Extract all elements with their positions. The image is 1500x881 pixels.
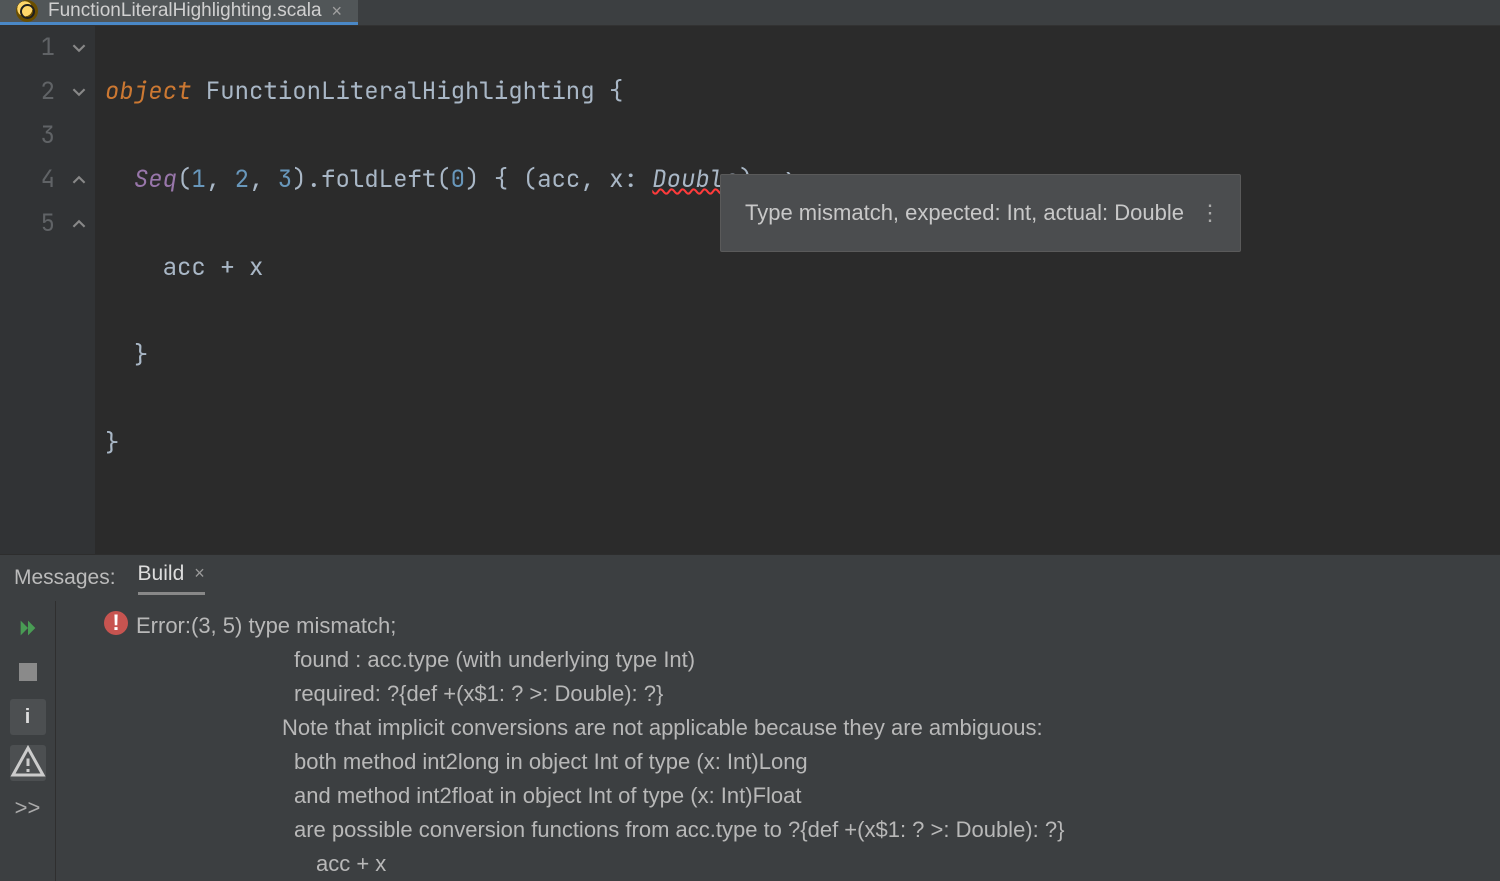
close-icon[interactable]: × <box>332 1 343 22</box>
tab-build[interactable]: Build × <box>138 562 205 595</box>
error-line: are possible conversion functions from a… <box>136 813 1500 847</box>
code-editor[interactable]: 1 2 3 4 5 object FunctionLiteralHighligh… <box>0 26 1500 554</box>
error-line: acc + x <box>136 847 1500 881</box>
tab-build-label: Build <box>138 562 185 586</box>
messages-list[interactable]: ! Error:(3, 5) type mismatch; found : ac… <box>56 601 1500 881</box>
gutter: 1 2 3 4 5 <box>0 26 95 554</box>
error-heading: Error:(3, 5) type mismatch; <box>136 609 1500 643</box>
error-line: required: ?{def +(x$1: ? >: Double): ?} <box>136 677 1500 711</box>
messages-label: Messages: <box>14 566 116 590</box>
panel-sidebar: i >> <box>0 601 56 881</box>
fold-icon[interactable] <box>69 214 89 234</box>
warning-button[interactable] <box>10 745 46 781</box>
expand-button[interactable]: >> <box>11 791 45 825</box>
error-tooltip: Type mismatch, expected: Int, actual: Do… <box>720 174 1241 252</box>
file-tab-label: FunctionLiteralHighlighting.scala <box>48 0 322 22</box>
line-number: 4 <box>0 158 55 202</box>
error-line: both method int2long in object Int of ty… <box>136 745 1500 779</box>
error-line: found : acc.type (with underlying type I… <box>136 643 1500 677</box>
error-icon: ! <box>104 611 128 635</box>
messages-panel: Messages: Build × i >> ! Error:(3, 5) ty… <box>0 554 1500 881</box>
rerun-button[interactable] <box>11 611 45 645</box>
editor-tabbar: FunctionLiteralHighlighting.scala × <box>0 0 1500 26</box>
file-tab[interactable]: FunctionLiteralHighlighting.scala × <box>0 0 358 25</box>
fold-icon[interactable] <box>69 170 89 190</box>
line-number: 3 <box>0 114 55 158</box>
code-line: } <box>105 422 1500 466</box>
stop-button[interactable] <box>11 655 45 689</box>
code-line: acc + x <box>105 246 1500 290</box>
tooltip-text: Type mismatch, expected: Int, actual: Do… <box>745 200 1184 225</box>
fold-icon[interactable] <box>69 82 89 102</box>
error-line: Note that implicit conversions are not a… <box>136 711 1500 745</box>
line-number: 5 <box>0 202 55 246</box>
code-line: } <box>105 334 1500 378</box>
more-icon[interactable]: ⋮ <box>1199 191 1222 235</box>
close-icon[interactable]: × <box>194 563 205 584</box>
error-line: and method int2float in object Int of ty… <box>136 779 1500 813</box>
scala-file-icon <box>16 0 38 22</box>
info-button[interactable]: i <box>10 699 46 735</box>
code-line: object FunctionLiteralHighlighting { <box>105 70 1500 114</box>
panel-body: i >> ! Error:(3, 5) type mismatch; found… <box>0 601 1500 881</box>
line-number: 1 <box>0 26 55 70</box>
code-area[interactable]: object FunctionLiteralHighlighting { Seq… <box>95 26 1500 554</box>
fold-icon[interactable] <box>69 38 89 58</box>
panel-tabbar: Messages: Build × <box>0 555 1500 601</box>
line-number: 2 <box>0 70 55 114</box>
